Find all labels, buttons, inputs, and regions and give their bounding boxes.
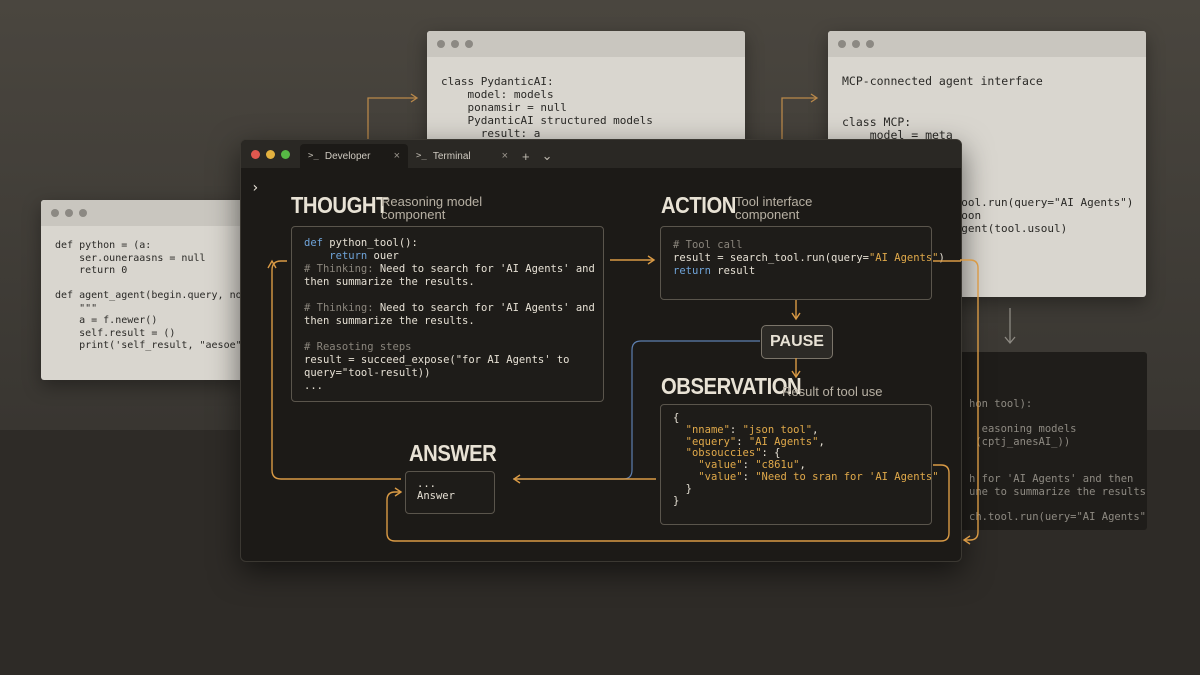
tab-label: Developer bbox=[324, 150, 371, 162]
thought-title: THOUGHT bbox=[291, 192, 388, 218]
code-token: "Need to sran for 'AI Agents" bbox=[755, 470, 939, 483]
background-window-python: def python = (a: ser.ouneraasns = null r… bbox=[41, 200, 246, 380]
code-token: : bbox=[729, 423, 743, 436]
code-block-partial: r tool.run(query="AI Agents") soon agent… bbox=[948, 183, 1134, 235]
code-token: # Reasoting steps bbox=[304, 341, 412, 353]
tab-dropdown-icon[interactable]: ⌄ bbox=[536, 144, 559, 168]
code-token: ) bbox=[938, 252, 945, 264]
close-tab-icon[interactable]: × bbox=[502, 150, 508, 162]
developer-window: >_ Developer × >_ Terminal × + ⌄ › THOUG… bbox=[240, 139, 962, 562]
code-token: ouer bbox=[373, 250, 399, 262]
observation-code: { "nname": "json tool", "equery": "AI Ag… bbox=[661, 405, 939, 517]
window-titlebar bbox=[41, 200, 246, 226]
close-tab-icon[interactable]: × bbox=[394, 150, 400, 162]
tab-label: Terminal bbox=[432, 150, 471, 162]
code-token: "json tool" bbox=[742, 423, 813, 436]
tab-terminal[interactable]: >_ Terminal × bbox=[408, 144, 516, 168]
code-token: # Tool call bbox=[673, 239, 743, 251]
prompt-chevron-icon: › bbox=[251, 180, 260, 196]
code-token: "AI Agents" bbox=[748, 435, 819, 448]
thought-subtitle: Reasoning model component bbox=[381, 194, 483, 222]
action-title: ACTION bbox=[661, 192, 736, 218]
background-window-pydantic: class PydanticAI: model: models ponamsir… bbox=[427, 31, 745, 151]
minimize-window-button[interactable] bbox=[266, 149, 275, 159]
window-titlebar: >_ Developer × >_ Terminal × + ⌄ bbox=[241, 140, 961, 168]
observation-subtitle: Result of tool use bbox=[782, 384, 883, 399]
code-token: def bbox=[304, 237, 330, 249]
code-token: "nname" bbox=[685, 423, 730, 436]
code-token: : bbox=[736, 435, 749, 448]
observation-code-box: { "nname": "json tool", "equery": "AI Ag… bbox=[660, 404, 939, 525]
window-titlebar bbox=[427, 31, 745, 57]
answer-box: ... Answer bbox=[405, 471, 495, 514]
code-token: result bbox=[710, 265, 756, 277]
code-token: : bbox=[742, 459, 756, 472]
code-token: return bbox=[329, 250, 368, 262]
code-token: "equery" bbox=[685, 435, 737, 448]
code-token: python_tool(): bbox=[329, 237, 418, 249]
code-token: # Thinking: bbox=[304, 263, 380, 275]
code-token: } } bbox=[673, 482, 692, 507]
answer-text: ... Answer bbox=[417, 478, 455, 502]
new-tab-button[interactable]: + bbox=[516, 144, 536, 168]
close-window-button[interactable] bbox=[251, 149, 260, 159]
code-token: # Thinking: bbox=[304, 302, 380, 314]
thought-code-box: def python_tool(): return ouer # Thinkin… bbox=[291, 226, 604, 402]
background-window-dark: hon tool): easoning models (cptj_anesAI_… bbox=[955, 352, 1147, 530]
terminal-icon: >_ bbox=[416, 151, 427, 161]
thought-code: def python_tool(): return ouer # Thinkin… bbox=[292, 227, 603, 403]
code-token: { bbox=[673, 412, 680, 424]
code-token: return bbox=[673, 265, 711, 277]
zoom-window-button[interactable] bbox=[281, 149, 290, 159]
action-code: # Tool call result = search_tool.run(que… bbox=[661, 227, 945, 288]
pause-node: PAUSE bbox=[761, 325, 833, 359]
code-token: "AI Agents" bbox=[868, 252, 939, 264]
code-block: def python = (a: ser.ouneraasns = null r… bbox=[55, 240, 246, 351]
code-token: result = succeed_expose("for AI Agents' … bbox=[304, 354, 570, 392]
observation-title: OBSERVATION bbox=[661, 373, 802, 399]
code-token: "value" bbox=[698, 459, 743, 472]
action-code-box: # Tool call result = search_tool.run(que… bbox=[660, 226, 945, 300]
code-token: result = search_tool.run(query= bbox=[673, 252, 869, 264]
answer-title: ANSWER bbox=[409, 440, 497, 466]
code-block: class PydanticAI: model: models ponamsir… bbox=[441, 75, 653, 140]
tab-developer[interactable]: >_ Developer × bbox=[300, 144, 408, 168]
code-token: "c861u" bbox=[755, 459, 800, 472]
code-token: "value" bbox=[698, 470, 743, 483]
traffic-lights bbox=[251, 140, 290, 168]
code-token: : bbox=[742, 470, 756, 483]
terminal-icon: >_ bbox=[308, 151, 319, 161]
code-token: "obsouccies" bbox=[685, 447, 762, 460]
action-subtitle: Tool interface component bbox=[735, 194, 813, 222]
code-block: hon tool): easoning models (cptj_anesAI_… bbox=[969, 398, 1147, 523]
window-titlebar bbox=[828, 31, 1146, 57]
